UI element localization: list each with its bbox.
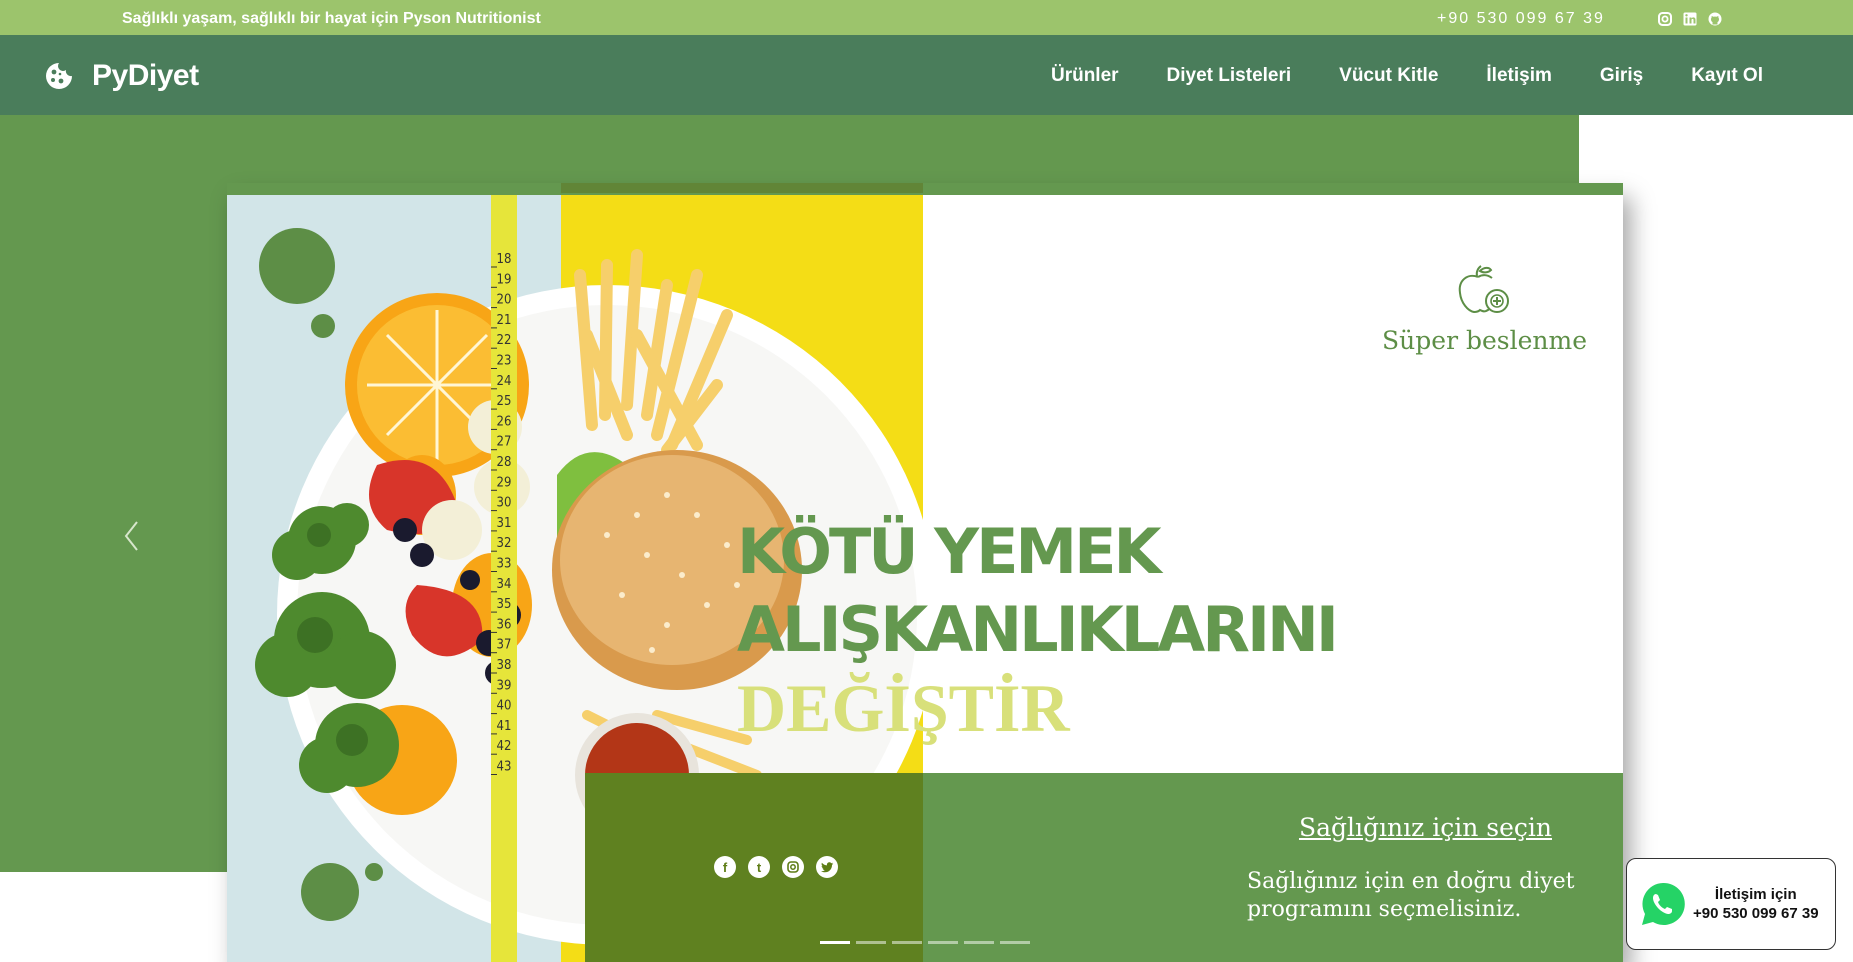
nav-item-iletisim[interactable]: İletişim xyxy=(1486,65,1551,87)
tape-number: 18 xyxy=(497,252,512,267)
nav-item-giris[interactable]: Giriş xyxy=(1600,65,1643,87)
carousel-slide: 18 19 20 21 22 23 24 25 26 27 28 29 30 31 32 33 34 35 36 37… xyxy=(227,183,1623,962)
whatsapp-icon xyxy=(1642,882,1685,925)
tape-number: 29 xyxy=(497,475,512,490)
olive-overlay-top xyxy=(561,183,923,193)
logo[interactable]: PyDiyet xyxy=(44,59,199,93)
whatsapp-phone: +90 530 099 67 39 xyxy=(1693,905,1819,922)
slide-social-links: f t xyxy=(714,856,838,878)
headline-line-1: KÖTÜ YEMEK xyxy=(737,515,1162,588)
nav-item-vucut-kitle[interactable]: Vücut Kitle xyxy=(1339,65,1438,87)
tape-number: 32 xyxy=(497,536,512,551)
nav-menu: Ürünler Diyet Listeleri Vücut Kitle İlet… xyxy=(1051,65,1763,87)
tape-number: 39 xyxy=(497,678,512,693)
cookie-icon xyxy=(46,63,72,89)
top-bar: Sağlıklı yaşam, sağlıklı bir hayat için … xyxy=(0,0,1853,35)
brand-name: PyDiyet xyxy=(92,59,199,92)
tape-number: 35 xyxy=(497,597,512,612)
carousel-indicator[interactable] xyxy=(928,941,958,944)
headline-line-2: ALIŞKANLIKLARINI xyxy=(737,593,1339,666)
github-icon[interactable] xyxy=(1708,12,1722,26)
tape-number: 26 xyxy=(497,414,512,429)
carousel-indicator[interactable] xyxy=(892,941,922,944)
nav-item-kayit-ol[interactable]: Kayıt Ol xyxy=(1691,65,1763,87)
tape-number: 36 xyxy=(497,617,512,632)
cta-link[interactable]: Sağlığınız için seçin xyxy=(1299,813,1552,842)
tape-number: 37 xyxy=(497,638,512,653)
carousel-prev-button[interactable] xyxy=(122,518,142,559)
tape-number: 20 xyxy=(497,293,512,308)
tape-number: 31 xyxy=(497,516,512,531)
slide-headline: KÖTÜ YEMEK ALIŞKANLIKLARINI DEĞİŞTİR xyxy=(737,513,1623,749)
slide-top-strip xyxy=(227,183,1623,195)
carousel-indicator[interactable] xyxy=(856,941,886,944)
tape-number: 22 xyxy=(497,333,512,348)
apple-plus-icon xyxy=(1458,265,1509,314)
headline-accent: DEĞİŞTİR xyxy=(737,670,1070,746)
tape-number: 28 xyxy=(497,455,512,470)
tape-number: 23 xyxy=(497,354,512,369)
tape-number: 25 xyxy=(497,394,512,409)
carousel-indicator[interactable] xyxy=(1000,941,1030,944)
whatsapp-contact-box[interactable]: İletişim için +90 530 099 67 39 xyxy=(1626,858,1836,950)
tape-number: 27 xyxy=(497,435,512,450)
tape-number: 19 xyxy=(497,272,512,287)
instagram-icon[interactable] xyxy=(782,856,804,878)
tape-number: 41 xyxy=(497,719,512,734)
whatsapp-text: İletişim için +90 530 099 67 39 xyxy=(1693,885,1819,923)
main-navbar: PyDiyet Ürünler Diyet Listeleri Vücut Ki… xyxy=(0,35,1853,115)
carousel-indicator[interactable] xyxy=(820,941,850,944)
slogan-text: Sağlıklı yaşam, sağlıklı bir hayat için … xyxy=(122,10,541,27)
chevron-left-icon xyxy=(124,521,138,551)
nav-item-urunler[interactable]: Ürünler xyxy=(1051,65,1119,87)
facebook-icon[interactable]: f xyxy=(714,856,736,878)
tape-number: 43 xyxy=(497,760,512,775)
nav-item-diyet-listeleri[interactable]: Diyet Listeleri xyxy=(1167,65,1292,87)
tape-number: 40 xyxy=(497,699,512,714)
instagram-icon[interactable] xyxy=(1658,12,1672,26)
twitter-icon[interactable] xyxy=(816,856,838,878)
tape-number: 38 xyxy=(497,658,512,673)
carousel-indicators xyxy=(820,941,1030,944)
whatsapp-label: İletişim için xyxy=(1714,886,1797,903)
super-beslenme-mark: Süper beslenme xyxy=(1382,263,1587,355)
cta-description: Sağlığınız için en doğru diyet programın… xyxy=(1247,869,1575,922)
tape-number: 21 xyxy=(497,313,512,328)
tape-number: 30 xyxy=(497,496,512,511)
tape-number: 42 xyxy=(497,739,512,754)
linkedin-icon[interactable] xyxy=(1683,12,1697,26)
tape-number: 33 xyxy=(497,557,512,572)
top-phone-number[interactable]: +90 530 099 67 39 xyxy=(1437,10,1605,28)
tumblr-icon[interactable]: t xyxy=(748,856,770,878)
tape-number: 34 xyxy=(497,577,512,592)
tape-number: 24 xyxy=(497,374,512,389)
top-social-links xyxy=(1658,12,1722,26)
brand-tagline: Süper beslenme xyxy=(1382,326,1587,355)
carousel-indicator[interactable] xyxy=(964,941,994,944)
